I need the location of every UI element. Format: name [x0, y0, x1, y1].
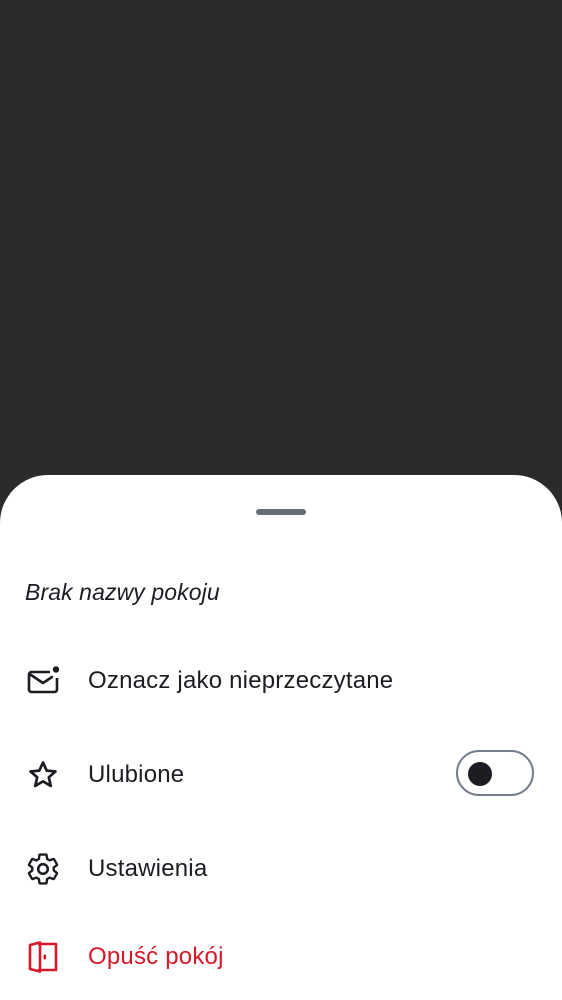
- star-icon: [25, 757, 61, 793]
- gear-icon: [25, 851, 61, 887]
- mark-as-unread-item[interactable]: Oznacz jako nieprzeczytane: [0, 639, 562, 723]
- leave-room-item[interactable]: Opuść pokój: [0, 915, 562, 999]
- leave-door-icon: [25, 939, 61, 975]
- settings-item[interactable]: Ustawienia: [0, 827, 562, 911]
- room-options-bottom-sheet: Brak nazwy pokoju Oznacz jako nieprzeczy…: [0, 475, 562, 1000]
- favourite-label: Ulubione: [88, 761, 185, 788]
- mark-unread-icon: [25, 663, 61, 699]
- mark-as-unread-label: Oznacz jako nieprzeczytane: [88, 667, 394, 694]
- leave-room-label: Opuść pokój: [88, 943, 224, 970]
- drag-handle[interactable]: [256, 509, 306, 515]
- favourite-item[interactable]: Ulubione: [0, 733, 562, 817]
- favourite-toggle[interactable]: [456, 750, 534, 796]
- toggle-knob: [468, 762, 492, 786]
- room-name-title: Brak nazwy pokoju: [25, 579, 220, 605]
- settings-label: Ustawienia: [88, 855, 208, 882]
